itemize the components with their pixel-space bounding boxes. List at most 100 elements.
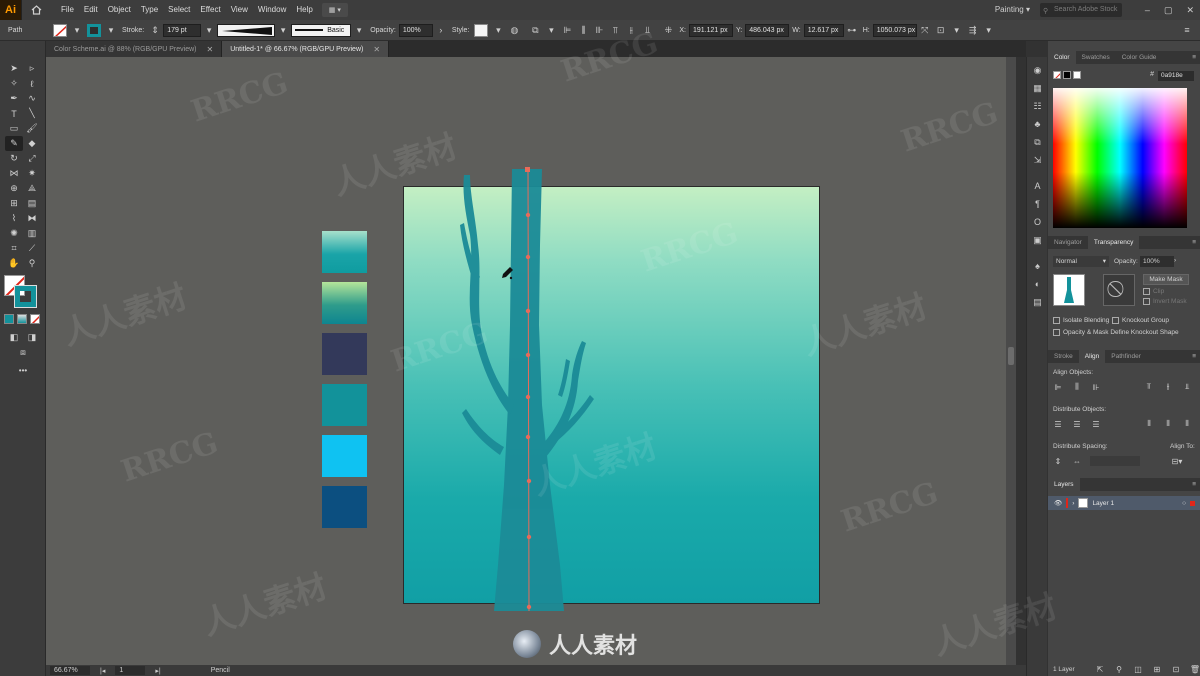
align-to-icon[interactable]: ⧉ (528, 24, 542, 37)
isolate-icon[interactable]: ⊡ (934, 24, 948, 37)
panel-menu-icon[interactable]: ≡ (1192, 350, 1196, 363)
artboard-tool-icon[interactable]: ⌗ (5, 241, 23, 256)
selection-tool-icon[interactable]: ➤ (5, 61, 23, 76)
direct-selection-tool-icon[interactable]: ▹ (23, 61, 41, 76)
lasso-tool-icon[interactable]: ℓ (23, 76, 41, 91)
tab-stroke[interactable]: Stroke (1048, 350, 1079, 363)
swatch-gradient-teal[interactable] (322, 231, 367, 273)
swatch-dark-navy[interactable] (322, 333, 367, 375)
distribute-vcenter-icon[interactable]: ☰ (1071, 419, 1083, 429)
knockout-group-checkbox[interactable]: Knockout Group (1112, 317, 1169, 324)
chevron-down-icon[interactable]: ▾ (202, 24, 216, 37)
tree-artwork[interactable] (402, 165, 622, 615)
swatch-gradient-green-teal[interactable] (322, 282, 367, 324)
width-field[interactable]: 12.617 px (803, 23, 844, 37)
distribute-left-icon[interactable]: ⫴ (1143, 419, 1155, 429)
opacity-mask-knockout-checkbox[interactable]: Opacity & Mask Define Knockout Shape (1053, 329, 1179, 336)
menu-view[interactable]: View (226, 0, 253, 20)
new-sublayer-icon[interactable]: ⊞ (1151, 664, 1163, 674)
align-vcenter-icon[interactable]: ⫲ (624, 24, 638, 37)
opacity-field[interactable]: 100% (1140, 256, 1174, 267)
brush-definition[interactable]: Basic (291, 23, 352, 37)
opentype-panel-icon[interactable]: O (1027, 213, 1048, 231)
graphic-styles-icon[interactable]: ▤ (1027, 293, 1048, 311)
opacity-field[interactable]: 100% (398, 23, 433, 37)
align-bottom-icon[interactable]: ⫫ (640, 24, 654, 37)
rectangle-tool-icon[interactable]: ▭ (5, 121, 23, 136)
align-to-selection-icon[interactable]: ⊟▾ (1171, 456, 1183, 466)
distribute-top-icon[interactable]: ☰ (1052, 419, 1064, 429)
vertical-spacing-icon[interactable]: ⇕ (1052, 456, 1064, 466)
stroke-swatch-control[interactable] (87, 23, 101, 37)
layers-panel-icon[interactable]: ▣ (1027, 231, 1048, 249)
align-right-icon[interactable]: ⊪ (592, 24, 606, 37)
tab-color-guide[interactable]: Color Guide (1116, 51, 1163, 64)
eraser-tool-icon[interactable]: ◆ (23, 136, 41, 151)
tab-color-scheme[interactable]: Color Scheme.ai @ 88% (RGB/GPU Preview) … (46, 41, 223, 57)
selection-indicator[interactable] (1190, 500, 1195, 506)
artboard-number-field[interactable]: 1 (115, 666, 146, 675)
panel-menu-icon[interactable]: ≡ (1192, 478, 1196, 491)
stepper-icon[interactable]: ⇕ (148, 24, 162, 37)
maximize-icon[interactable]: ▢ (1164, 0, 1173, 20)
scrollbar-thumb[interactable] (1008, 347, 1014, 365)
menu-object[interactable]: Object (103, 0, 136, 20)
swatch-deep-blue[interactable] (322, 486, 367, 528)
more-options-icon[interactable]: ⇶ (966, 24, 980, 37)
shape-builder-tool-icon[interactable]: ⊕ (5, 181, 23, 196)
pencil-tool-icon[interactable]: ✎ (5, 136, 23, 151)
arrange-documents-button[interactable]: ▦ ▾ (321, 3, 348, 17)
tab-color[interactable]: Color (1048, 51, 1076, 64)
transform-icon[interactable]: ⤧ (918, 24, 932, 37)
clipping-mask-icon[interactable]: ◫ (1132, 664, 1144, 674)
tab-untitled-1[interactable]: Untitled-1* @ 66.67% (RGB/GPU Preview) ✕ (222, 41, 390, 57)
graphic-style-swatch[interactable] (474, 23, 489, 37)
link-icon[interactable]: ⊶ (845, 24, 859, 37)
color-mode-icon[interactable] (4, 314, 14, 324)
fill-stroke-control[interactable] (4, 275, 38, 309)
slice-tool-icon[interactable]: ⟋ (23, 241, 41, 256)
color-panel-icon[interactable]: ◉ (1027, 61, 1048, 79)
stroke-color-swatch[interactable] (14, 285, 37, 308)
draw-inside-icon[interactable]: ◨ (23, 330, 41, 345)
libraries-panel-icon[interactable]: ♠ (1027, 257, 1048, 275)
chevron-down-icon[interactable]: ▾ (950, 24, 964, 37)
chevron-down-icon[interactable]: ▾ (982, 24, 996, 37)
layer-name[interactable]: Layer 1 (1092, 500, 1114, 507)
swatches-panel-icon[interactable]: ▦ (1027, 79, 1048, 97)
variable-width-profile[interactable] (217, 23, 276, 37)
align-bottom-icon[interactable]: ⫫ (1181, 382, 1193, 392)
align-top-icon[interactable]: ⫪ (1143, 382, 1155, 392)
menu-window[interactable]: Window (253, 0, 291, 20)
hex-value-field[interactable]: 0a918e (1158, 71, 1194, 81)
panel-menu-icon[interactable]: ≡ (1180, 24, 1194, 37)
make-mask-button[interactable]: Make Mask (1143, 274, 1189, 285)
mesh-tool-icon[interactable]: ⊞ (5, 196, 23, 211)
chevron-down-icon[interactable]: ▾ (104, 24, 118, 37)
object-thumbnail[interactable] (1053, 274, 1085, 306)
properties-panel-icon[interactable]: ⧉ (1027, 133, 1048, 151)
type-tool-icon[interactable]: T (5, 106, 23, 121)
brushes-panel-icon[interactable]: ☷ (1027, 97, 1048, 115)
menu-type[interactable]: Type (136, 0, 163, 20)
y-position-field[interactable]: 486.043 px (745, 23, 790, 37)
zoom-level-field[interactable]: 66.67% (50, 666, 90, 675)
none-mode-icon[interactable] (30, 314, 40, 324)
swatch-bright-cyan[interactable] (322, 435, 367, 477)
rotate-tool-icon[interactable]: ↻ (5, 151, 23, 166)
layer-row[interactable]: 👁 › Layer 1 ○ (1048, 496, 1200, 510)
x-position-field[interactable]: 191.121 px (689, 23, 734, 37)
width-tool-icon[interactable]: ⋈ (5, 166, 23, 181)
stock-search-input[interactable]: ⚲ Search Adobe Stock (1040, 3, 1122, 17)
fill-swatch-control[interactable] (53, 23, 67, 37)
paragraph-panel-icon[interactable]: ¶ (1027, 195, 1048, 213)
distribute-hcenter-icon[interactable]: ⫴ (1162, 419, 1174, 429)
target-icon[interactable]: ○ (1182, 500, 1186, 507)
align-hcenter-icon[interactable]: ⫼ (576, 24, 590, 37)
perspective-grid-tool-icon[interactable]: ⟁ (23, 181, 41, 196)
gradient-tool-icon[interactable]: ▤ (23, 196, 41, 211)
blend-mode-select[interactable]: Normal ▾ (1053, 256, 1109, 267)
magic-wand-tool-icon[interactable]: ✧ (5, 76, 23, 91)
symbol-sprayer-tool-icon[interactable]: ✺ (5, 226, 23, 241)
zoom-tool-icon[interactable]: ⚲ (23, 256, 41, 271)
